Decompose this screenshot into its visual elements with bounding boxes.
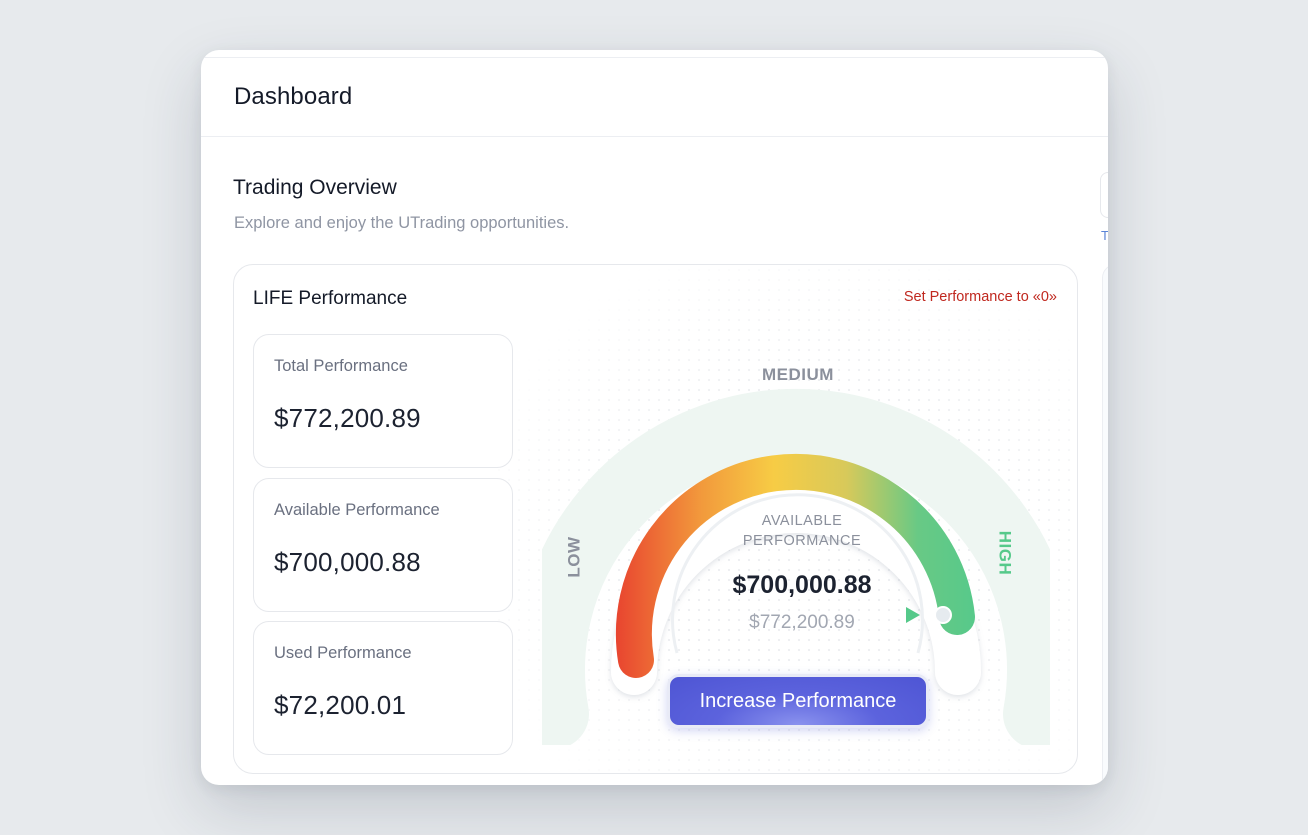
clipped-control[interactable] (1100, 172, 1108, 218)
stat-value: $72,200.01 (274, 690, 407, 720)
stat-card-available: Available Performance $700,000.88 (253, 478, 513, 612)
section-subtitle: Explore and enjoy the UTrading opportuni… (234, 214, 570, 232)
gauge-total: $772,200.89 (749, 612, 855, 633)
stat-card-total: Total Performance $772,200.89 (253, 334, 513, 468)
stat-value: $772,200.89 (274, 403, 421, 433)
section-title: Trading Overview (233, 176, 397, 199)
clipped-link[interactable]: T (1101, 228, 1108, 243)
gauge-knob (934, 606, 952, 624)
gauge-caption: AVAILABLE PERFORMANCE (742, 513, 862, 549)
stat-card-used: Used Performance $72,200.01 (253, 621, 513, 755)
stat-label: Available Performance (274, 501, 440, 519)
gauge-label-medium: MEDIUM (762, 365, 834, 384)
clipped-card (1102, 264, 1108, 785)
stat-label: Total Performance (274, 357, 408, 375)
card-title: LIFE Performance (253, 288, 408, 309)
dashboard-window: Dashboard Trading Overview Explore and e… (201, 50, 1108, 785)
reset-performance-link[interactable]: Set Performance to «0» (904, 289, 1057, 305)
gauge-value: $700,000.88 (732, 571, 872, 599)
life-performance-card: LIFE Performance Set Performance to «0» … (233, 264, 1078, 774)
increase-performance-button[interactable]: Increase Performance (667, 674, 929, 728)
stat-value: $700,000.88 (274, 547, 421, 577)
stat-label: Used Performance (274, 644, 412, 662)
gauge-pointer (906, 607, 920, 623)
page-title: Dashboard (234, 83, 353, 110)
dashboard-header: Dashboard (201, 58, 1108, 137)
gauge-label-high: HIGH (995, 530, 1015, 576)
gauge-label-low: LOW (564, 536, 584, 578)
